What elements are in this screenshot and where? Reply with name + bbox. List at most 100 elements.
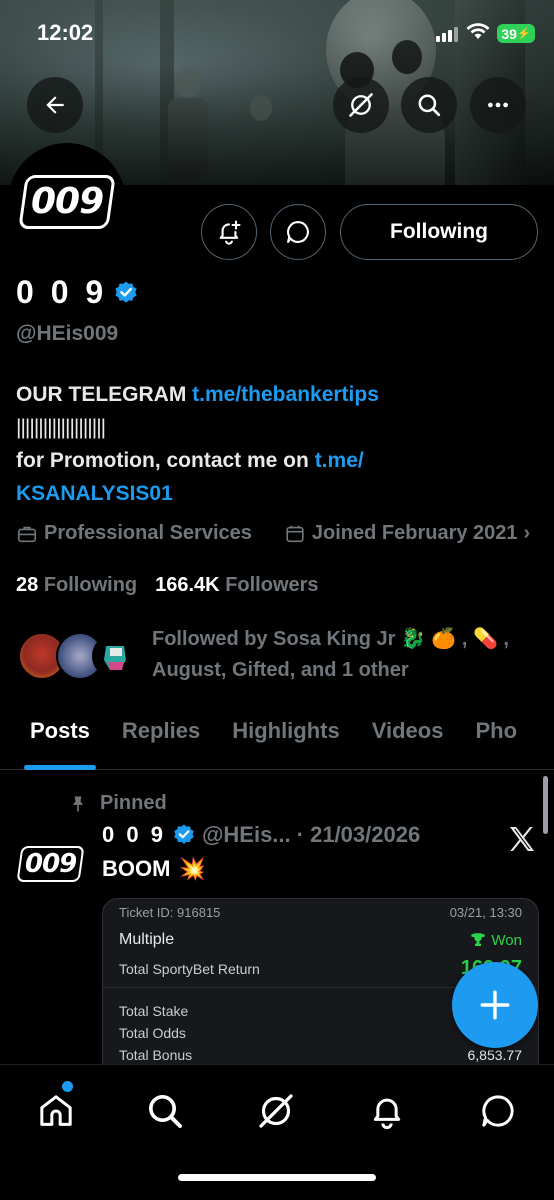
- post-header: 0 0 9 @HEis... · 21/03/2026: [102, 822, 420, 848]
- avatar-logo: 009: [18, 175, 116, 229]
- trophy-icon: [471, 933, 486, 946]
- bio-line: ||||||||||||||||||||: [16, 416, 106, 439]
- compose-post-button[interactable]: [452, 962, 538, 1048]
- home-icon: [40, 1095, 72, 1126]
- profile-avatar[interactable]: 009: [8, 143, 126, 261]
- bio-line: OUR TELEGRAM t.me/thebankertips: [16, 378, 536, 411]
- search-icon: [149, 1095, 182, 1128]
- signal-icon: [436, 27, 458, 42]
- post-text: BOOM 💥: [102, 856, 206, 882]
- nav-home[interactable]: [34, 1089, 78, 1133]
- notifications-subscribe-button[interactable]: [201, 204, 257, 260]
- bio-line: for Promotion, contact me on t.me/: [16, 444, 536, 477]
- following-label: Following: [43, 574, 138, 596]
- profile-bio: OUR TELEGRAM t.me/thebankertips ||||||||…: [16, 378, 536, 510]
- tab-posts[interactable]: Posts: [24, 710, 96, 770]
- telegram-link[interactable]: t.me/thebankertips: [192, 383, 379, 406]
- follow-counts: 28 Following 166.4K Followers: [16, 574, 319, 597]
- status-bar: 12:02 39 ⚡: [0, 0, 554, 66]
- battery-indicator: 39 ⚡: [497, 24, 535, 43]
- post-author-avatar[interactable]: 009: [16, 836, 86, 892]
- post-body: BOOM: [102, 856, 171, 881]
- grok-button[interactable]: [333, 77, 389, 133]
- wifi-icon: [466, 23, 490, 39]
- calendar-icon: [286, 525, 304, 542]
- category-label: Professional Services: [44, 522, 252, 544]
- bell-plus-icon: [219, 220, 241, 245]
- profile-tabs: Posts Replies Highlights Videos Pho: [0, 710, 554, 770]
- x-logo-icon[interactable]: [506, 823, 538, 855]
- message-button[interactable]: [270, 204, 326, 260]
- bio-line: KSANALYSIS01: [16, 477, 536, 510]
- followed-by-line: August, Gifted, and 1 other: [152, 659, 409, 681]
- profile-meta: Professional Services Joined February 20…: [16, 522, 530, 545]
- post-date[interactable]: · 21/03/2026: [297, 822, 421, 848]
- battery-level: 39: [501, 25, 517, 42]
- ticket-status-label: Won: [491, 931, 522, 949]
- ticket-return-label: Total SportyBet Return: [119, 960, 260, 977]
- ticket-bonus-value: 6,853.77: [467, 1047, 523, 1063]
- tab-photos[interactable]: Pho: [475, 710, 517, 769]
- post-author-name[interactable]: 0 0 9: [102, 822, 166, 848]
- ticket-stake-label: Total Stake: [119, 1003, 189, 1019]
- bio-text: OUR TELEGRAM: [16, 383, 193, 406]
- promo-link[interactable]: t.me/: [315, 449, 364, 472]
- nav-search[interactable]: [143, 1089, 187, 1133]
- chevron-right-icon: ›: [523, 522, 531, 544]
- search-icon: [418, 94, 441, 117]
- ticket-id: Ticket ID: 916815: [119, 905, 221, 920]
- followed-by-text[interactable]: Followed by Sosa King Jr 🐉 🍊 , 💊 , Augus…: [152, 624, 532, 686]
- verified-badge-icon: [174, 824, 194, 844]
- nav-notifications[interactable]: [365, 1089, 409, 1133]
- promo-link-cont[interactable]: KSANALYSIS01: [16, 482, 173, 505]
- more-icon: [488, 102, 508, 108]
- ticket-bonus-row: Total Bonus 6,853.77: [119, 1047, 522, 1063]
- following-count-link[interactable]: 28 Following: [16, 574, 137, 597]
- profile-joined: Joined February 2021 ›: [284, 522, 530, 545]
- message-icon: [482, 1095, 514, 1127]
- scrollbar[interactable]: [543, 776, 548, 834]
- message-icon: [287, 221, 309, 243]
- pinned-indicator: Pinned: [68, 792, 167, 815]
- bell-icon: [373, 1098, 401, 1130]
- home-indicator[interactable]: [178, 1174, 376, 1181]
- post-author-handle[interactable]: @HEis...: [202, 822, 291, 848]
- following-count: 28: [16, 574, 39, 596]
- plus-icon: [480, 990, 510, 1020]
- nav-grok[interactable]: [254, 1089, 298, 1133]
- following-button[interactable]: Following: [340, 204, 538, 260]
- followers-count: 166.4K: [155, 574, 220, 596]
- followers-count-link[interactable]: 166.4K Followers: [155, 574, 318, 597]
- profile-category[interactable]: Professional Services: [16, 522, 252, 545]
- more-button[interactable]: [470, 77, 526, 133]
- status-time: 12:02: [37, 20, 94, 45]
- tab-highlights[interactable]: Highlights: [232, 710, 340, 769]
- post-emoji: 💥: [178, 856, 206, 881]
- unread-dot: [62, 1081, 73, 1092]
- avatar: [92, 634, 136, 678]
- profile-handle: @HEis009: [16, 322, 119, 345]
- grok-icon: [349, 93, 373, 117]
- avatar-logo-text: 009: [25, 849, 77, 879]
- display-name: 0 0 9: [16, 274, 108, 310]
- ticket-status: Won: [469, 931, 522, 949]
- pin-icon: [73, 796, 83, 811]
- avatar-art: [104, 646, 126, 670]
- grok-icon: [259, 1094, 293, 1128]
- pinned-label: Pinned: [100, 792, 167, 814]
- followed-by-line: Followed by Sosa King Jr 🐉 🍊 , 💊 ,: [152, 628, 509, 650]
- bio-text: for Promotion, contact me on: [16, 449, 315, 472]
- verified-badge-icon[interactable]: [113, 280, 139, 306]
- briefcase-icon: [17, 526, 37, 542]
- joined-label: Joined February 2021: [311, 522, 518, 544]
- tab-replies[interactable]: Replies: [122, 710, 200, 769]
- nav-messages[interactable]: [476, 1089, 520, 1133]
- avatar-logo-text: 009: [30, 181, 104, 222]
- tab-videos[interactable]: Videos: [372, 710, 444, 769]
- ticket-bonus-label: Total Bonus: [119, 1047, 193, 1063]
- search-button[interactable]: [401, 77, 457, 133]
- back-button[interactable]: [27, 77, 83, 133]
- followed-by-avatars[interactable]: [18, 632, 136, 682]
- followers-label: Followers: [225, 574, 319, 596]
- avatar-logo: 009: [16, 846, 86, 882]
